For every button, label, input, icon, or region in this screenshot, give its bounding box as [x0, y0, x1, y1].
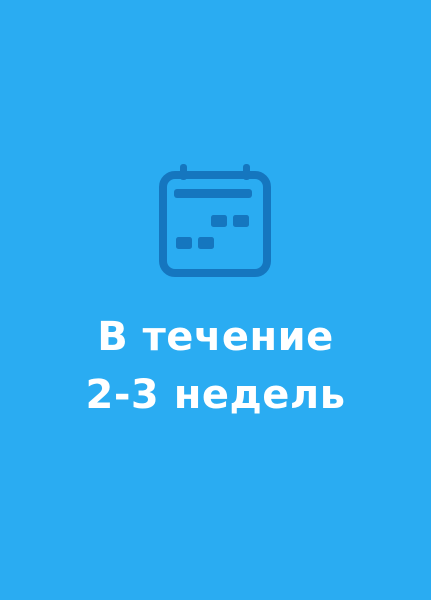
heading-line-1: В течение [97, 314, 334, 360]
calendar-icon [154, 158, 276, 280]
info-card: В течение 2-3 недель [0, 0, 431, 600]
heading-line-2: 2-3 недель [85, 372, 346, 418]
delivery-time-heading: В течение 2-3 недель [0, 308, 431, 424]
